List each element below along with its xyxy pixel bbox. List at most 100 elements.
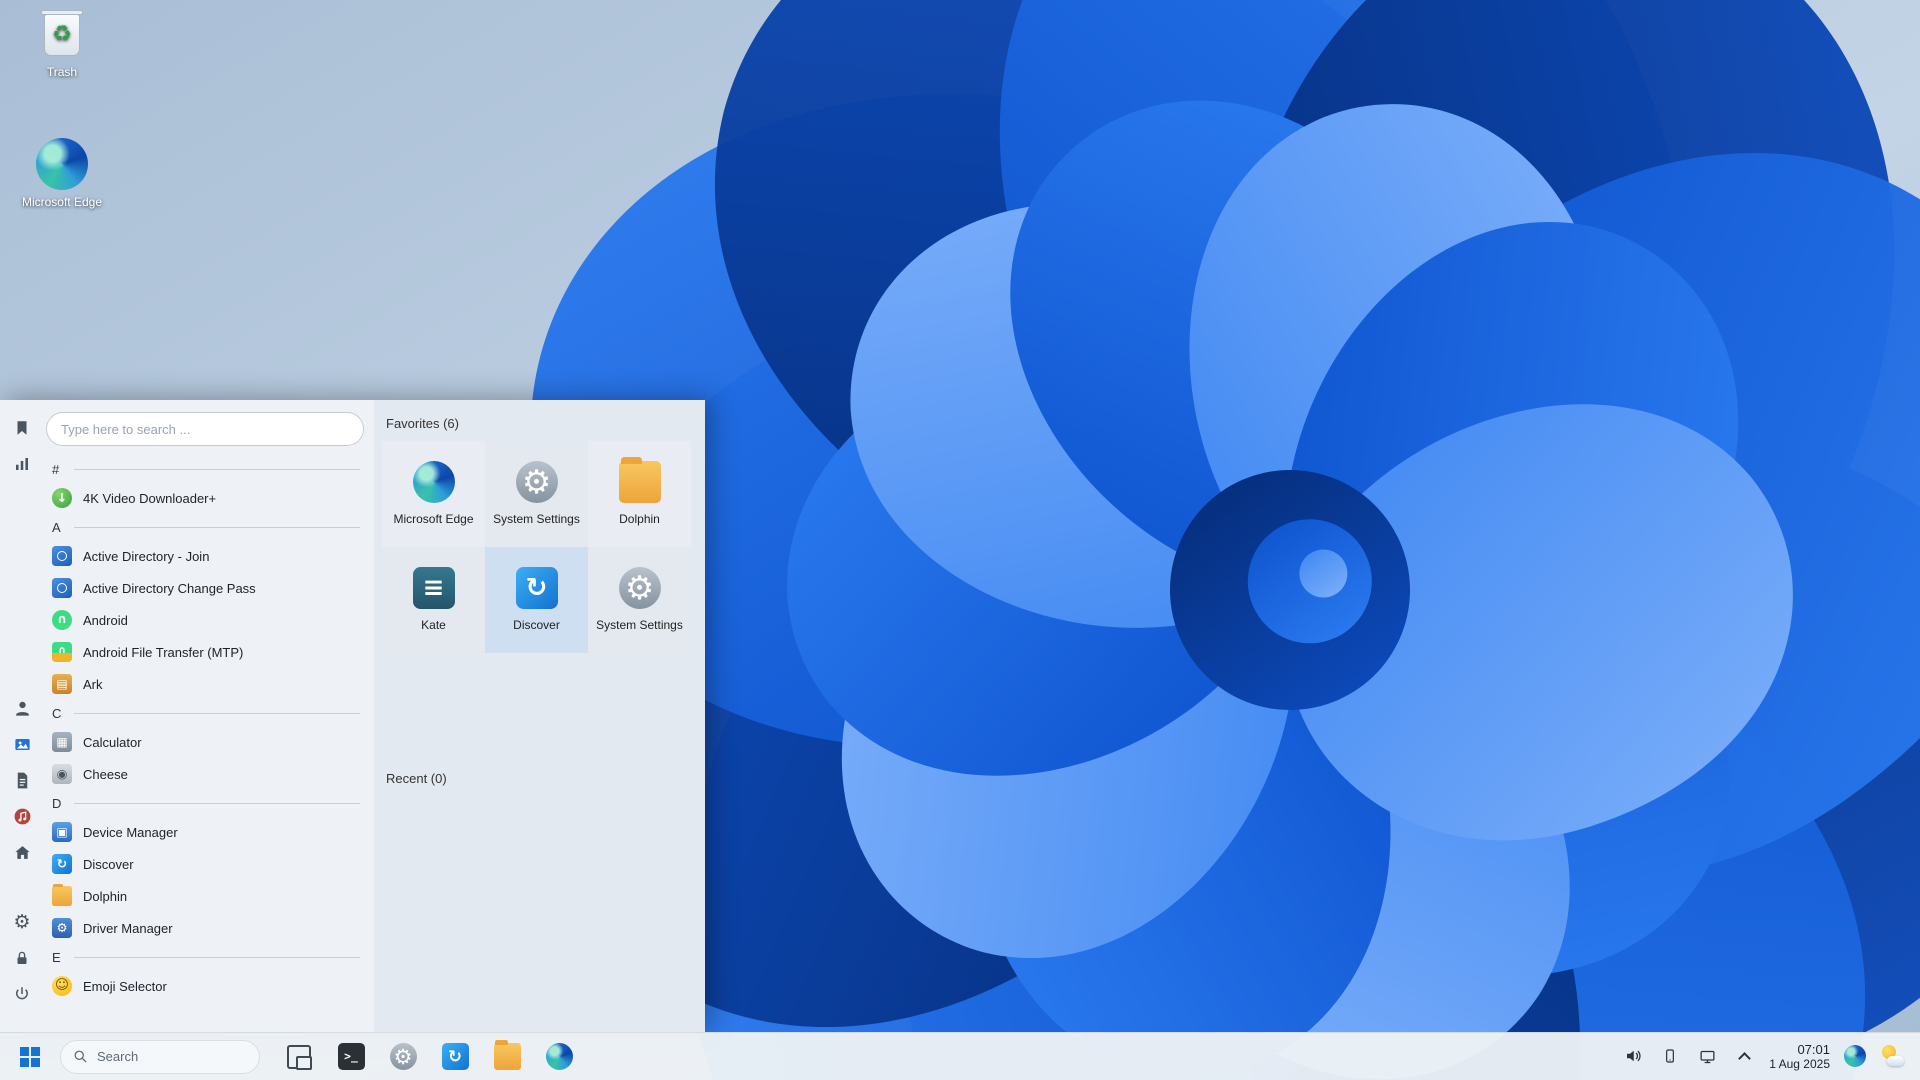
system-settings-button[interactable]	[384, 1038, 422, 1076]
start-menu-sidebar: ⚙	[0, 400, 44, 1032]
volume-icon[interactable]	[1621, 1044, 1645, 1068]
app-section-header: A	[46, 514, 364, 540]
lock-icon[interactable]	[8, 944, 36, 972]
task-view-button[interactable]	[280, 1038, 318, 1076]
app-item-android-file-transfer[interactable]: Android File Transfer (MTP)	[46, 636, 364, 668]
clock-date: 1 Aug 2025	[1769, 1057, 1830, 1071]
clock-time: 07:01	[1769, 1042, 1830, 1058]
clock[interactable]: 07:01 1 Aug 2025	[1769, 1042, 1830, 1072]
favorite-tile-system-settings-2[interactable]: System Settings	[588, 547, 691, 653]
dolphin-folder-icon	[494, 1043, 521, 1070]
settings-icon[interactable]: ⚙	[8, 908, 36, 936]
user-icon[interactable]	[8, 694, 36, 722]
folder-icon	[619, 461, 661, 503]
app-item-calculator[interactable]: Calculator	[46, 726, 364, 758]
favorite-tile-discover[interactable]: Discover	[485, 547, 588, 653]
taskbar-search[interactable]: Search	[60, 1040, 260, 1074]
app-section-header: C	[46, 700, 364, 726]
system-tray: 07:01 1 Aug 2025	[1621, 1042, 1910, 1072]
app-item-ark[interactable]: Ark	[46, 668, 364, 700]
app-item-driver-manager[interactable]: Driver Manager	[46, 912, 364, 944]
app-item-cheese[interactable]: Cheese	[46, 758, 364, 790]
search-icon	[73, 1049, 88, 1064]
bookmark-icon[interactable]	[8, 414, 36, 442]
edge-icon	[413, 461, 455, 503]
system-settings-icon	[516, 461, 558, 503]
app-item-device-manager[interactable]: Device Manager	[46, 816, 364, 848]
start-button[interactable]	[10, 1037, 50, 1077]
app-item-active-directory-change-pass[interactable]: Active Directory Change Pass	[46, 572, 364, 604]
windows-logo-icon	[20, 1047, 40, 1067]
active-directory-icon	[52, 546, 72, 566]
desktop-icon-label: Trash	[47, 65, 77, 79]
discover-icon	[52, 854, 72, 874]
phone-icon[interactable]	[1658, 1044, 1682, 1068]
favorites-grid: Microsoft Edge System Settings Dolphin K…	[382, 441, 695, 653]
desktop: ♻ Trash Microsoft Edge	[0, 0, 1920, 1080]
app-item-emoji-selector[interactable]: Emoji Selector	[46, 970, 364, 1002]
emoji-icon	[52, 976, 72, 996]
weather-icon[interactable]	[1880, 1044, 1904, 1068]
favorites-title: Favorites (6)	[386, 416, 695, 431]
app-section-header: E	[46, 944, 364, 970]
edge-icon	[546, 1043, 573, 1070]
start-menu: ⚙ # 4K Video Downloader+ A	[0, 400, 705, 1032]
music-icon[interactable]	[8, 802, 36, 830]
edge-button[interactable]	[540, 1038, 578, 1076]
system-settings-icon	[619, 567, 661, 609]
konsole-button[interactable]	[332, 1038, 370, 1076]
desktop-icon-trash[interactable]: ♻ Trash	[14, 10, 110, 79]
app-section-header: D	[46, 790, 364, 816]
app-item-android[interactable]: Android	[46, 604, 364, 636]
folder-icon	[52, 886, 72, 906]
recent-title: Recent (0)	[386, 771, 695, 786]
favorites-panel: Favorites (6) Microsoft Edge System Sett…	[374, 400, 705, 1032]
desktop-icon-edge[interactable]: Microsoft Edge	[14, 138, 110, 209]
4k-video-downloader-icon	[52, 488, 72, 508]
power-icon[interactable]	[8, 980, 36, 1008]
taskbar-search-label: Search	[97, 1049, 138, 1064]
expand-tray-icon[interactable]	[1732, 1044, 1756, 1068]
documents-icon[interactable]	[8, 766, 36, 794]
edge-tray-icon[interactable]	[1843, 1044, 1867, 1068]
app-item-dolphin[interactable]: Dolphin	[46, 880, 364, 912]
home-icon[interactable]	[8, 838, 36, 866]
app-item-4k-video-downloader[interactable]: 4K Video Downloader+	[46, 482, 364, 514]
app-list: # 4K Video Downloader+ A Active Director…	[46, 456, 374, 1002]
app-item-active-directory-join[interactable]: Active Directory - Join	[46, 540, 364, 572]
android-file-transfer-icon	[52, 642, 72, 662]
menu-search-input[interactable]	[46, 412, 364, 446]
archive-icon	[52, 674, 72, 694]
start-menu-app-column: # 4K Video Downloader+ A Active Director…	[44, 400, 374, 1032]
app-section-header: #	[46, 456, 364, 482]
task-view-icon	[287, 1045, 311, 1069]
calculator-icon	[52, 732, 72, 752]
pinned-apps	[280, 1038, 578, 1076]
android-icon	[52, 610, 72, 630]
sun-cloud-icon	[1880, 1044, 1904, 1068]
dolphin-button[interactable]	[488, 1038, 526, 1076]
edge-icon	[1844, 1045, 1866, 1067]
app-item-discover[interactable]: Discover	[46, 848, 364, 880]
system-settings-icon	[390, 1043, 417, 1070]
usage-chart-icon[interactable]	[8, 450, 36, 478]
discover-button[interactable]	[436, 1038, 474, 1076]
active-directory-icon	[52, 578, 72, 598]
kate-icon	[413, 567, 455, 609]
edge-icon	[36, 138, 88, 190]
favorite-tile-dolphin[interactable]: Dolphin	[588, 441, 691, 547]
pictures-icon[interactable]	[8, 730, 36, 758]
desktop-icon-label: Microsoft Edge	[22, 195, 102, 209]
favorite-tile-microsoft-edge[interactable]: Microsoft Edge	[382, 441, 485, 547]
trash-icon: ♻	[39, 10, 85, 60]
device-manager-icon	[52, 822, 72, 842]
display-icon[interactable]	[1695, 1044, 1719, 1068]
camera-icon	[52, 764, 72, 784]
favorite-tile-system-settings[interactable]: System Settings	[485, 441, 588, 547]
favorite-tile-kate[interactable]: Kate	[382, 547, 485, 653]
konsole-icon	[338, 1043, 365, 1070]
discover-icon	[442, 1043, 469, 1070]
discover-icon	[516, 567, 558, 609]
driver-manager-icon	[52, 918, 72, 938]
taskbar: Search 07:01 1 Aug 2025	[0, 1032, 1920, 1080]
